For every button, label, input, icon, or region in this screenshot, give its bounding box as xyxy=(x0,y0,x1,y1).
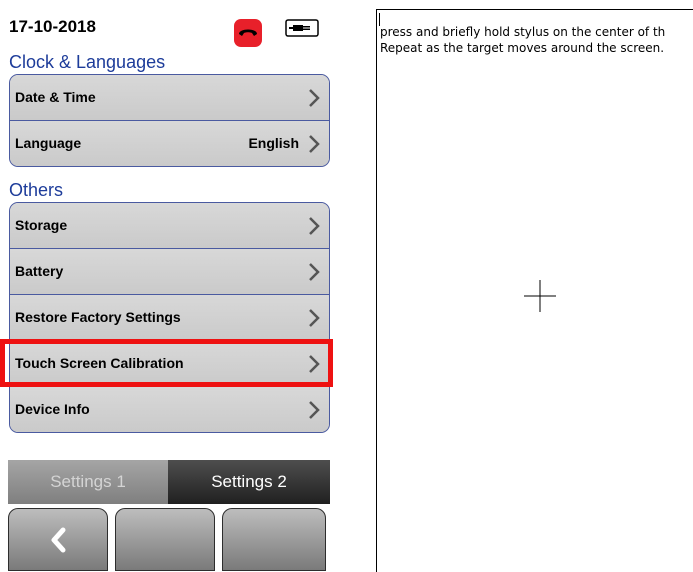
softkey-3-button[interactable] xyxy=(222,508,326,571)
menu-item-device-info[interactable]: Device Info xyxy=(10,387,329,432)
menu-item-battery[interactable]: Battery xyxy=(10,249,329,295)
chevron-right-icon xyxy=(309,263,320,281)
chevron-right-icon xyxy=(309,89,320,107)
language-value: English xyxy=(248,135,299,151)
settings-screen: 17-10-2018 Clock & Languages Date & Time… xyxy=(0,0,336,571)
back-arrow-icon xyxy=(51,527,66,553)
power-plug-icon xyxy=(285,19,319,37)
calibration-screen[interactable]: press and briefly hold stylus on the cen… xyxy=(376,9,693,572)
calibration-instruction-line-1: press and briefly hold stylus on the cen… xyxy=(380,25,666,39)
status-bar: 17-10-2018 xyxy=(0,0,336,50)
section-others: Others xyxy=(9,180,64,200)
menu-item-date-time[interactable]: Date & Time xyxy=(10,75,329,121)
menu-item-language[interactable]: Language English xyxy=(10,121,329,166)
menu-item-label: Device Info xyxy=(15,401,90,417)
chevron-right-icon xyxy=(309,309,320,327)
others-group: Storage Battery Restore Factory Settings… xyxy=(9,202,330,433)
menu-item-label: Battery xyxy=(15,263,64,279)
menu-item-label: Date & Time xyxy=(15,89,96,105)
crosshair-target-icon[interactable] xyxy=(524,280,556,312)
calibration-instruction-line-2: Repeat as the target moves around the sc… xyxy=(380,41,665,55)
settings-tabs: Settings 1 Settings 2 xyxy=(8,460,330,504)
chevron-right-icon xyxy=(309,217,320,235)
highlight-box xyxy=(0,339,333,387)
section-clock-languages: Clock & Languages xyxy=(9,52,166,72)
tab-settings-2[interactable]: Settings 2 xyxy=(168,460,330,504)
phone-hangup-icon[interactable] xyxy=(234,19,262,47)
menu-item-storage[interactable]: Storage xyxy=(10,203,329,249)
menu-item-label: Storage xyxy=(15,217,68,233)
softkey-2-button[interactable] xyxy=(115,508,215,571)
menu-item-restore-factory-settings[interactable]: Restore Factory Settings xyxy=(10,295,329,341)
date-label: 17-10-2018 xyxy=(9,17,96,36)
chevron-right-icon xyxy=(309,135,320,153)
back-button[interactable] xyxy=(8,508,108,571)
menu-item-label: Restore Factory Settings xyxy=(15,309,181,325)
bottom-button-bar xyxy=(8,506,328,571)
menu-item-label: Language xyxy=(15,135,82,151)
chevron-right-icon xyxy=(309,401,320,419)
tab-settings-1[interactable]: Settings 1 xyxy=(8,460,168,504)
clock-languages-group: Date & Time Language English xyxy=(9,74,330,167)
